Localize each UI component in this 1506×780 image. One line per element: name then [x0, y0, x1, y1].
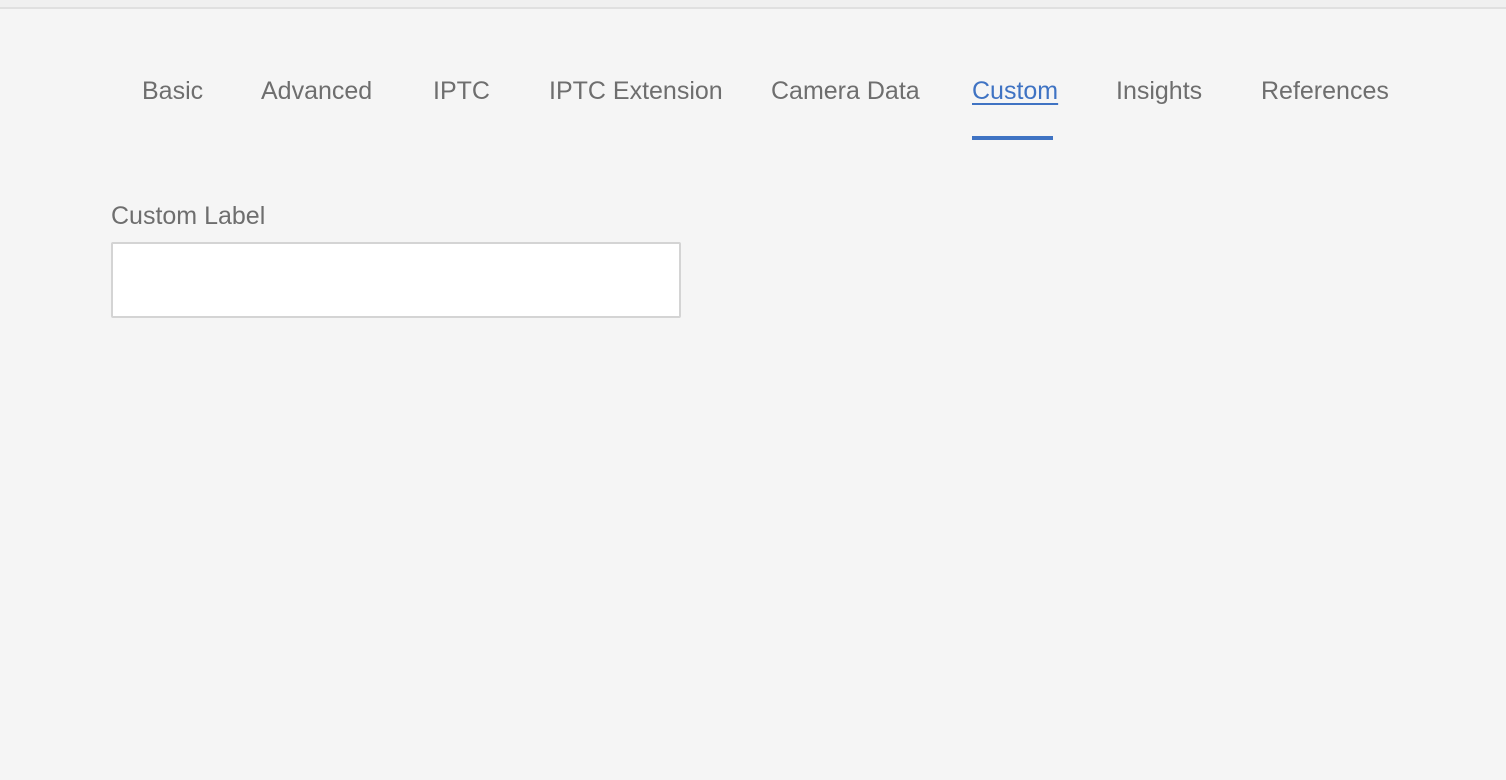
tab-advanced[interactable]: Advanced	[261, 74, 372, 142]
tab-label: Camera Data	[771, 77, 920, 105]
tab-label: Basic	[142, 77, 204, 105]
tab-label: Custom	[972, 77, 1059, 105]
tab-insights[interactable]: Insights	[1116, 74, 1202, 142]
tab-camera-data[interactable]: Camera Data	[771, 74, 920, 142]
metadata-page: Basic Advanced IPTC IPTC Extension Camer…	[0, 0, 1506, 780]
tab-label: IPTC Extension	[549, 77, 723, 105]
tab-iptc-extension[interactable]: IPTC Extension	[549, 74, 723, 142]
tab-iptc[interactable]: IPTC	[433, 74, 490, 142]
tab-references[interactable]: References	[1261, 74, 1389, 142]
tab-label: Advanced	[261, 77, 373, 105]
tab-label: References	[1261, 77, 1389, 105]
tab-label: IPTC	[433, 77, 490, 105]
metadata-tab-bar: Basic Advanced IPTC IPTC Extension Camer…	[0, 62, 1506, 142]
tab-label: Insights	[1116, 77, 1203, 105]
custom-label-input[interactable]	[111, 242, 681, 318]
tab-custom[interactable]: Custom	[972, 74, 1058, 142]
top-divider	[0, 0, 1506, 9]
tab-basic[interactable]: Basic	[142, 74, 203, 142]
custom-label-field-label: Custom Label	[111, 202, 266, 230]
active-tab-indicator	[972, 136, 1053, 140]
